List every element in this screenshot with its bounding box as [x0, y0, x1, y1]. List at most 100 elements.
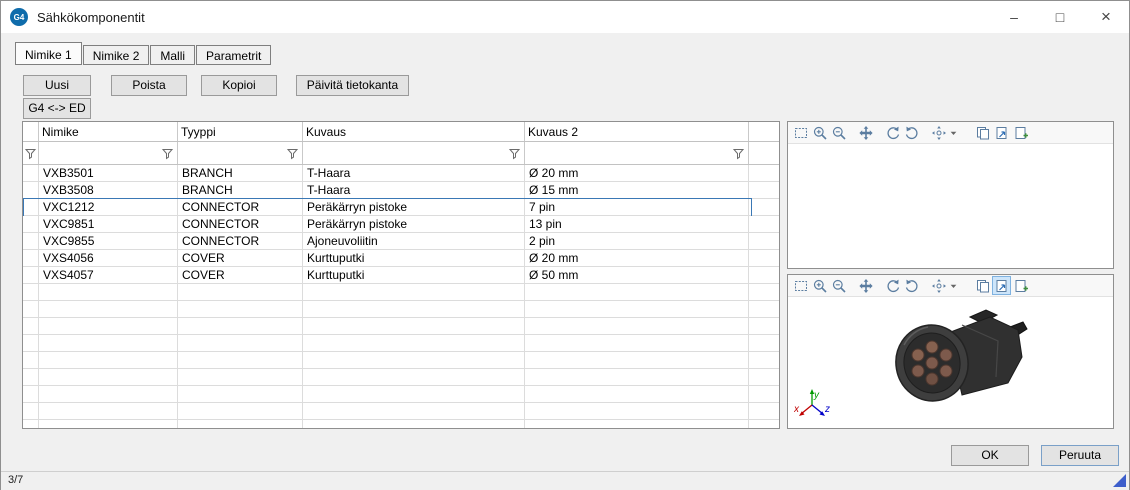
zoom-window-icon[interactable] [791, 276, 810, 295]
empty-cell [23, 335, 39, 351]
rotate-cw-icon[interactable] [902, 276, 921, 295]
dialog-sahkokomponentit: G4 Sähkökomponentit – □ × Nimike 1 Nimik… [0, 0, 1130, 490]
filter-cell-rowheader[interactable] [23, 142, 39, 164]
copy-view-icon[interactable] [973, 276, 992, 295]
empty-cell [749, 318, 779, 334]
empty-cell [749, 284, 779, 300]
pan-icon[interactable] [856, 123, 875, 142]
chevron-down-icon[interactable] [948, 123, 959, 142]
empty-cell [23, 301, 39, 317]
rotate-ccw-icon[interactable] [883, 276, 902, 295]
column-header-nimike[interactable]: Nimike [39, 122, 178, 141]
filter-cell-nimike[interactable] [39, 142, 178, 164]
empty-row [23, 301, 779, 318]
empty-cell [525, 301, 749, 317]
empty-cell [525, 420, 749, 429]
filter-cell-tyyppi[interactable] [178, 142, 303, 164]
table-row-selected[interactable]: VXC1212 CONNECTOR Peräkärryn pistoke 7 p… [23, 199, 779, 216]
connector-3d-model [870, 305, 1030, 415]
empty-cell [39, 318, 178, 334]
resize-grip-icon[interactable] [1113, 474, 1126, 487]
capture-view-icon[interactable] [992, 276, 1011, 295]
update-database-button[interactable]: Päivitä tietokanta [296, 75, 409, 96]
empty-cell [39, 386, 178, 402]
empty-cell [23, 352, 39, 368]
close-button[interactable]: × [1083, 1, 1129, 33]
cell-nimike: VXB3508 [39, 182, 178, 198]
filter-cell-kuvaus[interactable] [303, 142, 525, 164]
cell-nimike: VXS4056 [39, 250, 178, 266]
tab-nimike-1[interactable]: Nimike 1 [15, 42, 82, 65]
column-header-kuvaus2[interactable]: Kuvaus 2 [525, 122, 749, 141]
empty-cell [39, 301, 178, 317]
axis-x-label: x [794, 404, 800, 415]
column-header-tyyppi[interactable]: Tyyppi [178, 122, 303, 141]
chevron-down-icon[interactable] [948, 276, 959, 295]
ok-button[interactable]: OK [951, 445, 1029, 466]
pan-icon[interactable] [856, 276, 875, 295]
minimize-button[interactable]: – [991, 1, 1037, 33]
copy-view-icon[interactable] [973, 123, 992, 142]
delete-button[interactable]: Poista [111, 75, 187, 96]
tab-nimike-2[interactable]: Nimike 2 [83, 45, 150, 65]
empty-cell [39, 335, 178, 351]
zoom-out-icon[interactable] [829, 123, 848, 142]
empty-cell [178, 403, 303, 419]
table-row[interactable]: VXC9855 CONNECTOR Ajoneuvoliitin 2 pin [23, 233, 779, 250]
filter-cell-kuvaus2[interactable] [525, 142, 749, 164]
filler-cell [749, 182, 779, 198]
capture-view-icon[interactable] [992, 123, 1011, 142]
cell-tyyppi: BRANCH [178, 165, 303, 181]
empty-cell [525, 403, 749, 419]
column-header-kuvaus[interactable]: Kuvaus [303, 122, 525, 141]
empty-cell [749, 335, 779, 351]
zoom-out-icon[interactable] [829, 276, 848, 295]
empty-cell [303, 318, 525, 334]
rotate-ccw-icon[interactable] [883, 123, 902, 142]
preview-3d-viewport[interactable]: x y z [788, 297, 1113, 428]
empty-cell [39, 420, 178, 429]
cell-kuvaus2: Ø 20 mm [525, 250, 749, 266]
zoom-in-icon[interactable] [810, 276, 829, 295]
table-row[interactable]: VXC9851 CONNECTOR Peräkärryn pistoke 13 … [23, 216, 779, 233]
title-bar[interactable]: G4 Sähkökomponentit – □ × [1, 1, 1129, 33]
empty-cell [39, 352, 178, 368]
window-title: Sähkökomponentit [37, 10, 145, 25]
rotate-cw-icon[interactable] [902, 123, 921, 142]
filter-funnel-icon [286, 147, 299, 160]
cell-kuvaus2: Ø 50 mm [525, 267, 749, 283]
zoom-in-icon[interactable] [810, 123, 829, 142]
maximize-button[interactable]: □ [1037, 1, 1083, 33]
cell-nimike: VXC1212 [39, 199, 178, 215]
row-header-cell [23, 165, 39, 181]
cell-kuvaus: T-Haara [303, 182, 525, 198]
axis-triad-icon: x y z [794, 388, 832, 424]
tab-parametrit[interactable]: Parametrit [196, 45, 271, 65]
column-header-filler [749, 122, 779, 141]
orientation-icon[interactable] [929, 123, 948, 142]
cell-kuvaus: Kurttuputki [303, 250, 525, 266]
table-row[interactable]: VXS4057 COVER Kurttuputki Ø 50 mm [23, 267, 779, 284]
cancel-button[interactable]: Peruuta [1041, 445, 1119, 466]
filler-cell [749, 165, 779, 181]
status-bar: 3/7 [1, 471, 1129, 490]
tab-malli[interactable]: Malli [150, 45, 195, 65]
empty-cell [303, 284, 525, 300]
table-row[interactable]: VXS4056 COVER Kurttuputki Ø 20 mm [23, 250, 779, 267]
table-header-row: Nimike Tyyppi Kuvaus Kuvaus 2 [23, 122, 779, 142]
export-view-icon[interactable] [1011, 123, 1030, 142]
preview-2d-viewport[interactable] [788, 144, 1113, 268]
export-view-icon[interactable] [1011, 276, 1030, 295]
empty-row [23, 403, 779, 420]
empty-cell [39, 284, 178, 300]
empty-cell [178, 335, 303, 351]
table-row[interactable]: VXB3501 BRANCH T-Haara Ø 20 mm [23, 165, 779, 182]
copy-button[interactable]: Kopioi [201, 75, 277, 96]
table-row[interactable]: VXB3508 BRANCH T-Haara Ø 15 mm [23, 182, 779, 199]
empty-cell [178, 352, 303, 368]
empty-cell [525, 386, 749, 402]
new-button[interactable]: Uusi [23, 75, 91, 96]
zoom-window-icon[interactable] [791, 123, 810, 142]
g4-ed-button[interactable]: G4 <-> ED [23, 98, 91, 119]
orientation-icon[interactable] [929, 276, 948, 295]
